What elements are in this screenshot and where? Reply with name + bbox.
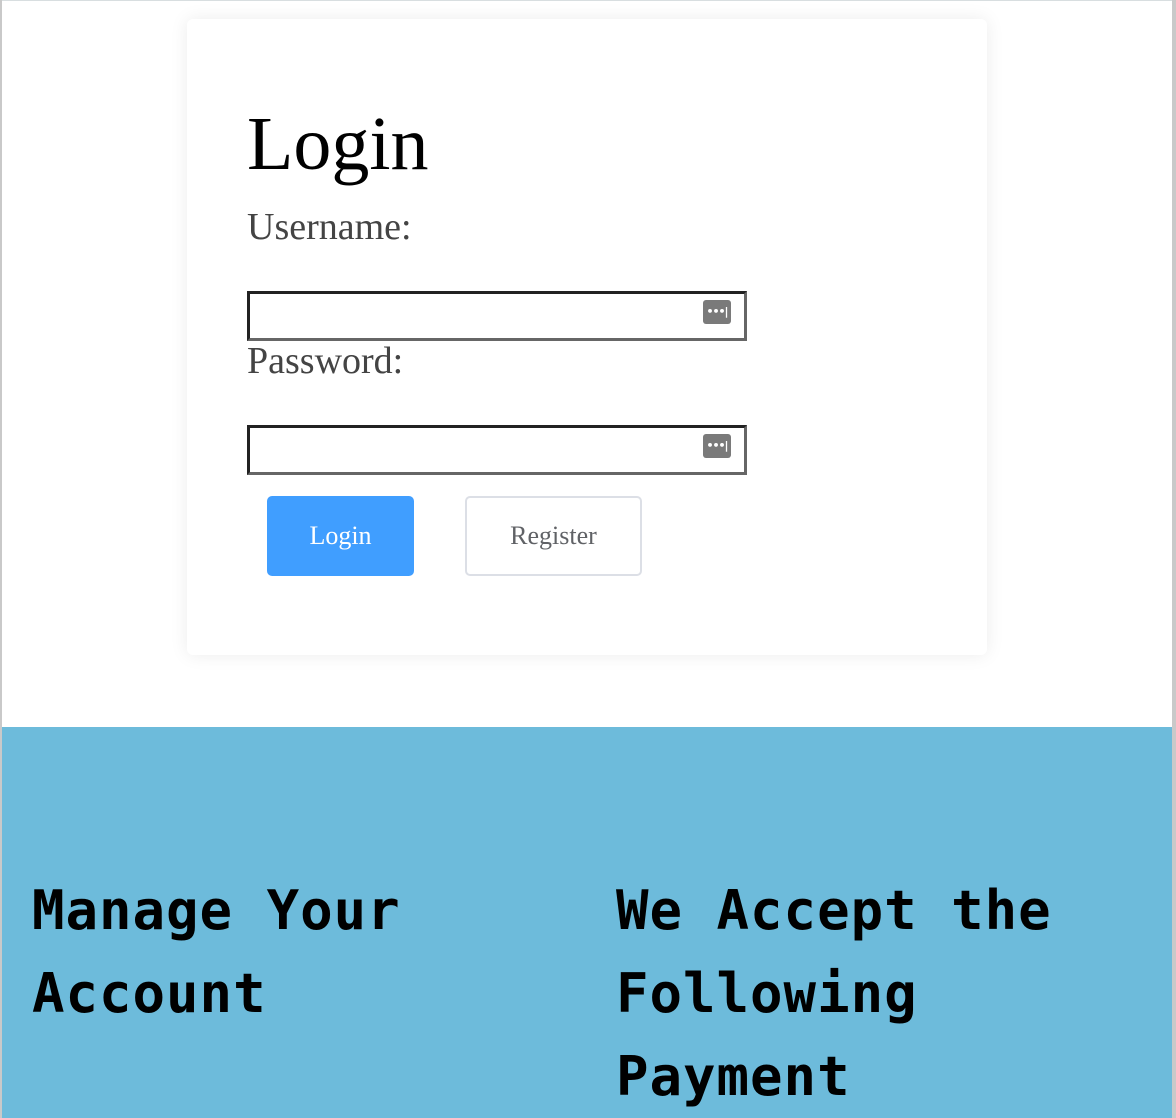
username-input[interactable] xyxy=(247,291,747,341)
payment-heading: We Accept the Following Payment xyxy=(616,879,1052,1108)
manage-account-heading: Manage Your Account xyxy=(32,879,401,1025)
login-button[interactable]: Login xyxy=(267,496,414,576)
login-title: Login xyxy=(247,102,429,186)
register-button[interactable]: Register xyxy=(465,496,642,576)
username-label: Username: xyxy=(247,206,412,248)
password-input[interactable] xyxy=(247,425,747,475)
password-label: Password: xyxy=(247,340,404,382)
password-manager-icon[interactable]: •••| xyxy=(703,434,731,458)
page-content: Login Username: •••| Password: •••| Logi… xyxy=(2,0,1172,728)
password-manager-icon[interactable]: •••| xyxy=(703,300,731,324)
login-card: Login Username: •••| Password: •••| Logi… xyxy=(187,19,987,655)
footer: Manage Your Account We Accept the Follow… xyxy=(2,727,1172,1118)
